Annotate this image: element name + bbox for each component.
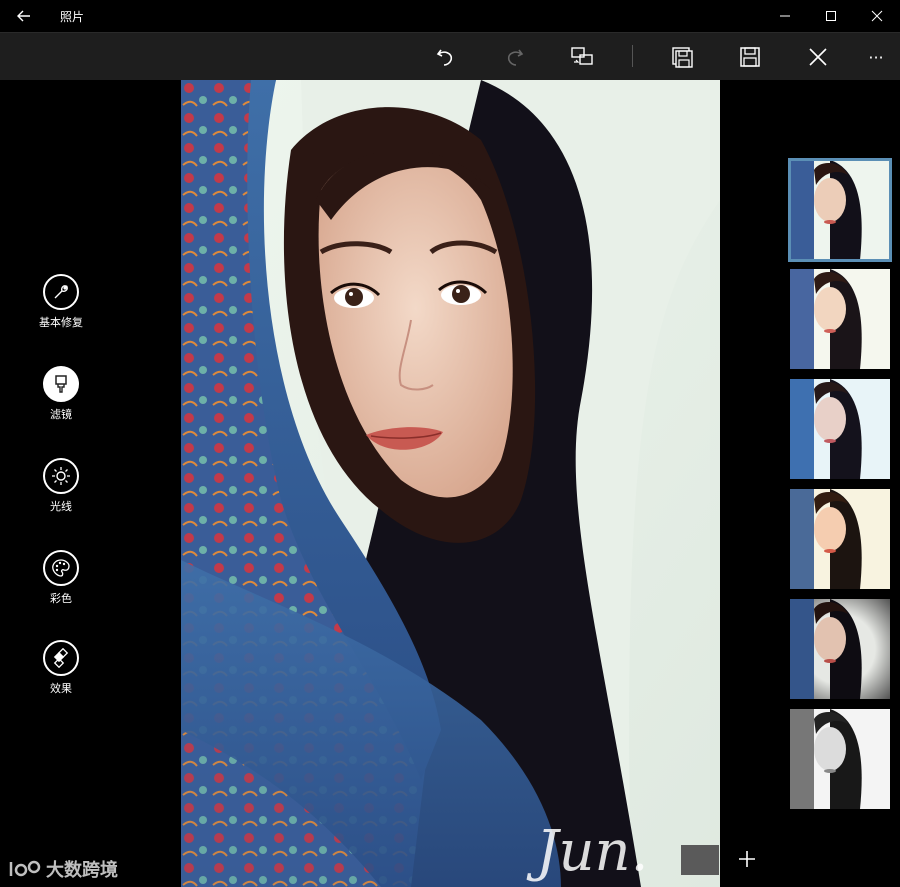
- app-title: 照片: [60, 10, 85, 24]
- compare-icon: [571, 47, 593, 65]
- effects-icon: [53, 648, 69, 668]
- portrait-photo: Jun.: [181, 80, 720, 887]
- tool-label: 光线: [50, 500, 72, 513]
- tool-label: 基本修复: [39, 316, 83, 329]
- filter-thumb-original[interactable]: [788, 158, 892, 262]
- filter-thumb-bw[interactable]: [790, 709, 890, 809]
- tool-basic-fix-button[interactable]: [43, 274, 79, 310]
- scroll-indicator: [681, 845, 719, 875]
- filter-thumb-4[interactable]: [790, 599, 890, 699]
- save-copy-icon: [672, 47, 693, 68]
- filter-thumb-3[interactable]: [790, 489, 890, 589]
- compare-button[interactable]: [564, 39, 600, 75]
- close-icon: [871, 10, 883, 22]
- photo-signature: Jun.: [526, 819, 648, 884]
- undo-button[interactable]: [428, 39, 464, 75]
- filter-preview: [790, 489, 890, 589]
- tool-color[interactable]: 彩色: [20, 550, 102, 606]
- brush-icon: [55, 375, 67, 393]
- wrench-icon: [54, 285, 68, 299]
- redo-button[interactable]: [496, 39, 532, 75]
- save-button[interactable]: [732, 39, 768, 75]
- tool-label: 彩色: [50, 592, 72, 605]
- save-copy-button[interactable]: [664, 39, 700, 75]
- tool-label: 滤镜: [50, 408, 72, 421]
- filter-preview: [790, 599, 890, 699]
- tool-light[interactable]: 光线: [20, 458, 102, 514]
- maximize-button[interactable]: [808, 0, 854, 32]
- redo-icon: [507, 49, 524, 66]
- tool-effects[interactable]: 效果: [20, 640, 102, 696]
- cancel-edit-button[interactable]: [800, 39, 836, 75]
- photo-canvas[interactable]: Jun.: [181, 80, 720, 887]
- filter-thumb-1[interactable]: [790, 269, 890, 369]
- add-button[interactable]: [734, 846, 760, 872]
- toolbar-separator: [632, 45, 633, 67]
- minimize-icon: [780, 15, 790, 17]
- title-bar: 照片: [0, 0, 900, 32]
- more-button[interactable]: ···: [858, 39, 894, 75]
- palette-icon: [52, 559, 70, 577]
- tool-color-button[interactable]: [43, 550, 79, 586]
- back-button[interactable]: [10, 4, 38, 28]
- close-window-button[interactable]: [854, 0, 900, 32]
- tool-filters-button[interactable]: [43, 366, 79, 402]
- tool-filters[interactable]: 滤镜: [20, 366, 102, 422]
- watermark-logo: [9, 860, 41, 877]
- filter-preview: [790, 379, 890, 479]
- maximize-icon: [826, 11, 836, 21]
- tool-effects-button[interactable]: [43, 640, 79, 676]
- sun-icon: [52, 467, 70, 485]
- tool-light-button[interactable]: [43, 458, 79, 494]
- filter-thumb-2[interactable]: [790, 379, 890, 479]
- filter-preview: [790, 709, 890, 809]
- close-icon: [809, 48, 827, 66]
- edit-toolbar: ···: [0, 32, 900, 81]
- save-icon: [740, 47, 760, 67]
- plus-icon: [739, 851, 755, 867]
- arrow-left-icon: [17, 10, 30, 22]
- watermark-text: 大数跨境: [46, 860, 118, 881]
- tool-label: 效果: [50, 682, 72, 695]
- watermark: 大数跨境: [8, 856, 118, 882]
- filter-strip: [720, 80, 900, 887]
- filter-preview: [790, 269, 890, 369]
- filter-preview: [790, 160, 890, 260]
- edit-tools-panel: 基本修复 滤镜 光线 彩色 效果: [0, 80, 181, 887]
- undo-icon: [436, 49, 453, 66]
- tool-basic-fix[interactable]: 基本修复: [20, 274, 102, 330]
- minimize-button[interactable]: [762, 0, 808, 32]
